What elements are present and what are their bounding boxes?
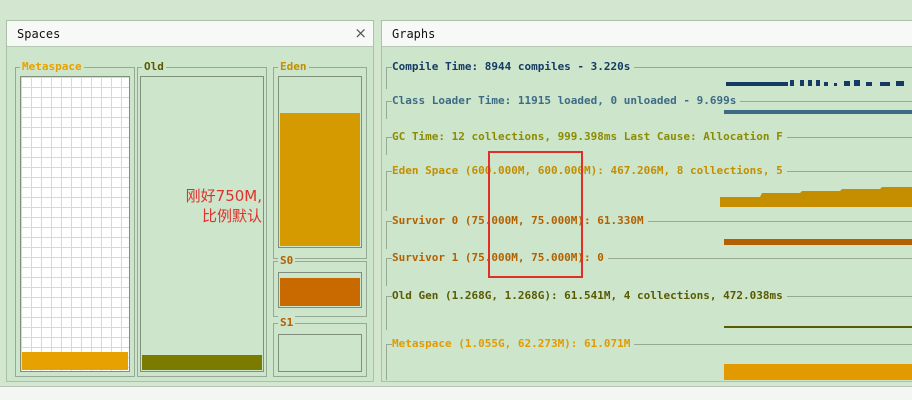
graphs-tab-label: Graphs <box>392 27 436 41</box>
s0-fill <box>280 278 360 306</box>
graph-row-eden: Eden Space (600.000M, 600.000M): 467.206… <box>392 164 787 178</box>
classloader-series <box>724 110 912 114</box>
old-label: Old <box>142 60 166 74</box>
s0-label: S0 <box>278 254 296 268</box>
metaspace-bar <box>20 76 130 372</box>
s1-group: S1 <box>273 316 367 377</box>
highlight-box <box>488 151 583 278</box>
old-fill <box>142 355 262 370</box>
graph-row-classloader: Class Loader Time: 11915 loaded, 0 unloa… <box>392 94 741 108</box>
graph-row-oldgen: Old Gen (1.268G, 1.268G): 61.541M, 4 col… <box>392 289 787 303</box>
s1-label: S1 <box>278 316 296 330</box>
metaspace-label: Metaspace <box>20 60 84 74</box>
graphs-tab[interactable]: Graphs <box>382 21 912 47</box>
compile-series <box>726 80 904 86</box>
s0-bar <box>278 272 362 308</box>
eden-label: Eden <box>278 60 309 74</box>
survivor0-series <box>724 239 912 245</box>
annotation-line-1: 刚好750M, <box>185 187 262 205</box>
metaspace-series <box>724 364 912 380</box>
spaces-tab[interactable]: Spaces × <box>7 21 373 47</box>
annotation-text: 刚好750M, 比例默认 <box>166 186 262 226</box>
graph-row-gc: GC Time: 12 collections, 999.398ms Last … <box>392 130 787 144</box>
annotation-line-2: 比例默认 <box>201 207 262 225</box>
metaspace-group: Metaspace <box>15 60 135 377</box>
eden-bar <box>278 76 362 248</box>
graphs-panel: Graphs Compile Time: 8944 compiles - 3.2… <box>381 20 912 382</box>
metaspace-fill <box>22 352 128 370</box>
graph-row-metaspace: Metaspace (1.055G, 62.273M): 61.071M <box>392 337 635 351</box>
s0-group: S0 <box>273 254 367 317</box>
graph-row-compile: Compile Time: 8944 compiles - 3.220s <box>392 60 635 74</box>
s1-bar <box>278 334 362 372</box>
oldgen-series <box>724 326 912 328</box>
bottom-strip <box>0 386 912 400</box>
close-icon[interactable]: × <box>354 24 367 42</box>
spaces-tab-label: Spaces <box>17 27 61 41</box>
eden-series <box>720 187 912 207</box>
eden-group: Eden <box>273 60 367 259</box>
eden-fill <box>280 113 360 246</box>
